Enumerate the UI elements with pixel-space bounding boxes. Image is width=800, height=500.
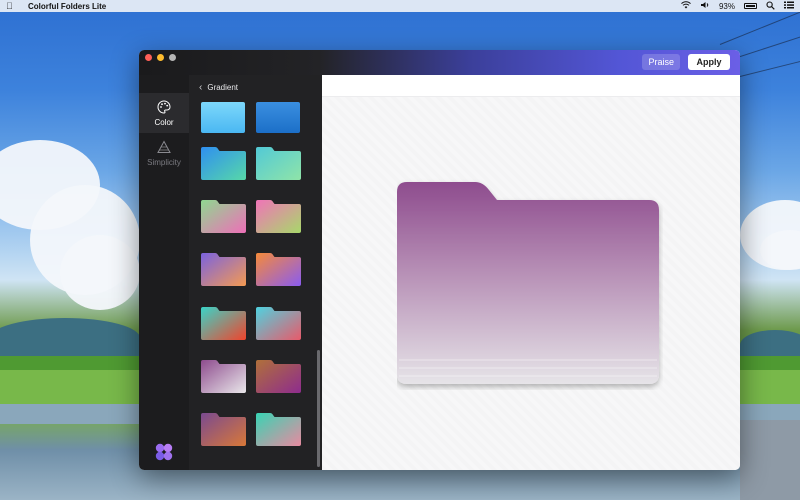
close-window-button[interactable] — [145, 54, 152, 61]
apple-menu-icon[interactable]:  — [6, 1, 16, 11]
app-name-menu[interactable]: Colorful Folders Lite — [28, 2, 106, 11]
palette-icon — [157, 99, 171, 114]
battery-icon[interactable] — [744, 3, 757, 9]
gradient-folder-swatch[interactable] — [201, 359, 246, 393]
panel-header[interactable]: ‹ Gradient — [189, 75, 322, 99]
gradient-folder-swatch[interactable] — [201, 146, 246, 180]
rail-item-color[interactable]: Color — [139, 93, 189, 133]
control-center-icon[interactable] — [784, 1, 794, 11]
gradient-swatch[interactable] — [201, 102, 245, 133]
volume-icon[interactable] — [700, 1, 710, 11]
title-bar[interactable]: Praise Apply — [139, 50, 740, 75]
spotlight-search-icon[interactable] — [766, 0, 775, 12]
status-tray: 93% — [681, 0, 794, 12]
zoom-window-button[interactable] — [169, 54, 176, 61]
gradient-folder-swatch[interactable] — [201, 412, 246, 446]
preview-toolbar — [322, 75, 740, 97]
gradient-folder-swatch[interactable] — [256, 199, 301, 233]
app-logo-icon — [155, 443, 173, 461]
gradient-folder-swatch[interactable] — [256, 146, 301, 180]
app-window: Praise Apply Color Simplicity ‹ Gradient — [139, 50, 740, 470]
gradient-folder-swatch[interactable] — [256, 306, 301, 340]
battery-percent: 93% — [718, 1, 735, 11]
triangle-outline-icon — [157, 139, 171, 153]
gradient-swatch[interactable] — [256, 102, 300, 133]
gradient-folder-swatch[interactable] — [201, 252, 246, 286]
gradient-folder-swatch[interactable] — [201, 306, 246, 340]
rail-item-color-label: Color — [154, 117, 174, 127]
gradient-folder-swatch[interactable] — [256, 359, 301, 393]
folder-preview-icon — [397, 182, 659, 384]
gradient-folder-swatch[interactable] — [256, 252, 301, 286]
window-controls — [145, 54, 176, 61]
panel-title: Gradient — [207, 82, 239, 92]
preview-area — [322, 75, 740, 470]
panel-scrollbar[interactable] — [317, 350, 320, 467]
gradient-folder-swatch[interactable] — [256, 412, 301, 446]
menu-bar:  Colorful Folders Lite 93% — [0, 0, 800, 12]
apply-button[interactable]: Apply — [688, 54, 730, 70]
category-rail: Color Simplicity — [139, 75, 189, 470]
wifi-icon[interactable] — [681, 1, 691, 11]
rail-item-simplicity[interactable]: Simplicity — [139, 133, 189, 173]
praise-button[interactable]: Praise — [642, 54, 680, 70]
gradient-folder-swatch[interactable] — [201, 199, 246, 233]
swatch-panel: ‹ Gradient — [189, 75, 322, 470]
back-chevron-icon[interactable]: ‹ — [199, 82, 202, 93]
minimize-window-button[interactable] — [157, 54, 164, 61]
rail-item-simplicity-label: Simplicity — [147, 157, 181, 167]
